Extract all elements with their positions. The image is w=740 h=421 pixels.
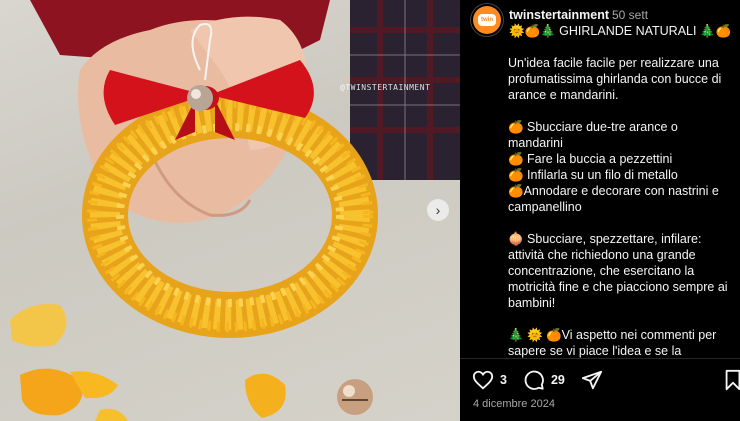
post-age: 50 sett	[612, 8, 649, 22]
caption-step: 🍊 Sbucciare due-tre arance o mandarini	[508, 120, 678, 150]
comment-button[interactable]: 29	[523, 369, 581, 391]
caption-step: 🍊 Fare la buccia a pezzettini	[508, 152, 673, 166]
share-icon	[581, 370, 602, 390]
caption-outro: 🎄 🌞 🍊Vi aspetto nei commenti per sapere …	[508, 328, 717, 358]
post-date: 4 dicembre 2024	[473, 398, 555, 410]
heart-icon	[472, 370, 494, 390]
like-button[interactable]: 3	[472, 369, 523, 391]
caption-step: 🍊Annodare e decorare con nastrini e camp…	[508, 184, 719, 214]
watermark: @TWINSTERTAINMENT	[340, 83, 431, 92]
share-button[interactable]	[581, 369, 603, 391]
bookmark-icon	[725, 369, 740, 391]
avatar[interactable]: twin	[473, 6, 501, 34]
username-link[interactable]: twinstertainment	[509, 8, 609, 22]
caption-activity: 🧅 Sbucciare, spezzettare, infilare: atti…	[508, 232, 728, 310]
caption-step: 🍊 Infilarla su un filo di metallo	[508, 168, 678, 182]
post-photo[interactable]: @TWINSTERTAINMENT ›	[0, 0, 460, 421]
wreath-photo	[10, 0, 460, 421]
save-button[interactable]	[723, 369, 740, 396]
comment-icon	[524, 370, 544, 390]
caption-intro: Un'idea facile facile per realizzare una…	[508, 56, 722, 102]
like-count: 3	[500, 373, 507, 387]
next-image-button[interactable]: ›	[427, 199, 449, 221]
chevron-right-icon: ›	[435, 202, 441, 218]
comment-count: 29	[550, 373, 565, 387]
caption-title: 🌞🍊🎄 GHIRLANDE NATURALI 🎄🍊	[509, 24, 732, 38]
action-bar: 3 29	[472, 368, 603, 392]
avatar-logo: twin	[478, 14, 496, 26]
caption-body: Un'idea facile facile per realizzare una…	[508, 55, 730, 358]
divider	[460, 358, 740, 359]
post-details-panel: twin twinstertainment 50 sett 🌞🍊🎄 GHIRLA…	[460, 0, 740, 421]
